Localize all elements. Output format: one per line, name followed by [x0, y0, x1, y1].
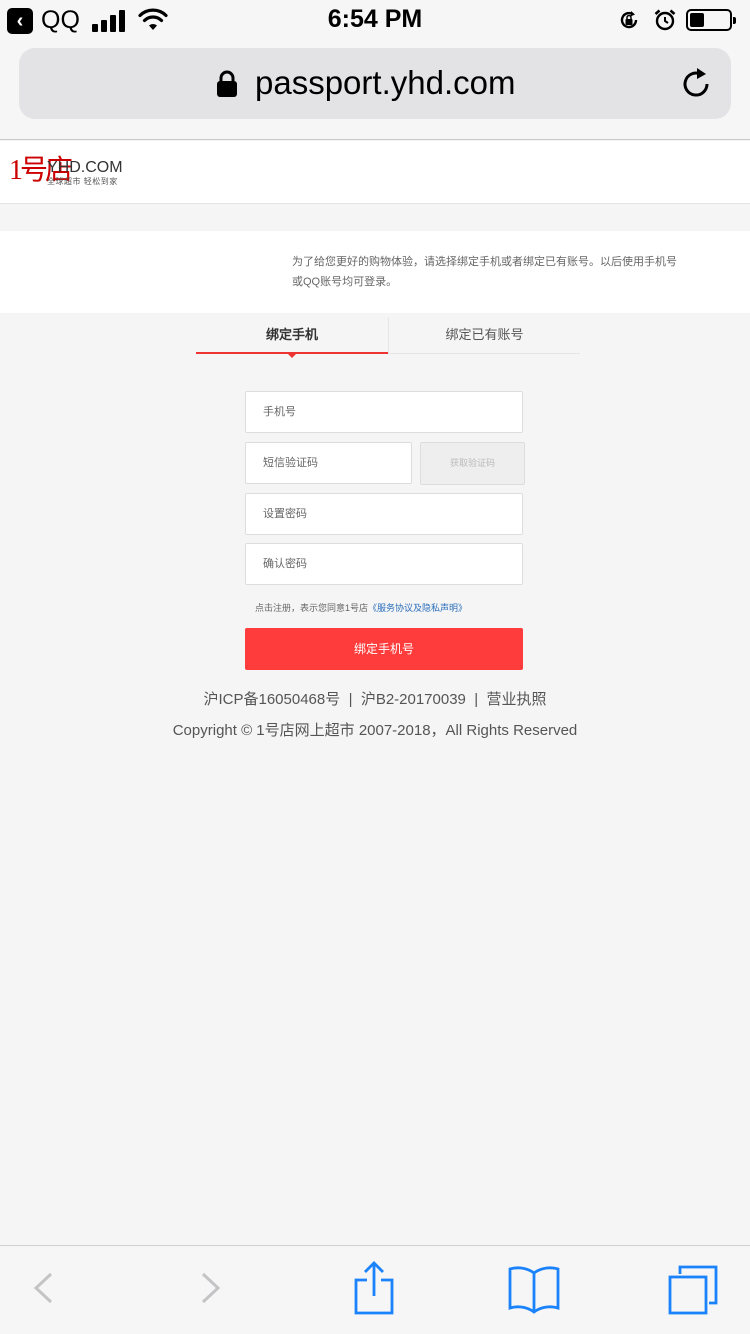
notice-text: 为了给您更好的购物体验，请选择绑定手机或者绑定已有账号。以后使用手机号或QQ账号… [292, 256, 677, 288]
site-header: 1号店 YHD.COM 全球超市 轻松到家 [0, 141, 750, 204]
footer-license[interactable]: 营业执照 [486, 691, 546, 708]
lock-icon [217, 70, 237, 97]
terms-prefix: 点击注册，表示您同意1号店 [255, 603, 369, 613]
footer-links: 沪ICP备16050468号 | 沪B2-20170039 | 营业执照 [0, 688, 750, 709]
address-bar[interactable]: passport.yhd.com [19, 48, 731, 119]
set-password-input[interactable] [245, 493, 523, 535]
status-bar: ‹ QQ 6:54 PM [0, 0, 750, 40]
tab-bind-existing-account[interactable]: 绑定已有账号 [388, 318, 580, 354]
battery-icon [686, 9, 736, 31]
footer-b2[interactable]: 沪B2-20170039 [361, 691, 466, 708]
share-icon[interactable] [352, 1260, 396, 1316]
browser-address-area: passport.yhd.com [0, 40, 750, 140]
url-text[interactable]: passport.yhd.com [255, 64, 515, 102]
bookmarks-icon[interactable] [507, 1264, 561, 1314]
tab-bind-phone-label: 绑定手机 [265, 327, 318, 342]
logo-text: YHD.COM [47, 159, 123, 176]
footer-icp[interactable]: 沪ICP备16050468号 [203, 691, 340, 708]
tab-bind-phone[interactable]: 绑定手机 [196, 318, 388, 358]
tabs-icon[interactable] [666, 1264, 720, 1318]
yhd-logo[interactable]: 1号店 YHD.COM 全球超市 轻松到家 [9, 156, 129, 188]
bind-phone-submit-button[interactable]: 绑定手机号 [245, 628, 523, 670]
reload-icon[interactable] [679, 67, 713, 101]
get-sms-code-button[interactable]: 获取验证码 [420, 442, 525, 485]
tab-active-caret-icon [287, 353, 297, 358]
sms-code-input[interactable] [245, 442, 412, 484]
footer-separator: | [470, 691, 483, 708]
alarm-icon [654, 9, 676, 31]
browser-toolbar [0, 1245, 750, 1334]
phone-input[interactable] [245, 391, 523, 433]
browser-forward-icon[interactable] [198, 1264, 224, 1312]
rotation-lock-icon [620, 11, 638, 29]
browser-back-icon[interactable] [30, 1264, 56, 1312]
tab-bind-existing-label: 绑定已有账号 [445, 327, 524, 342]
bind-tabs: 绑定手机 绑定已有账号 [196, 318, 580, 358]
notice-panel: 为了给您更好的购物体验，请选择绑定手机或者绑定已有账号。以后使用手机号或QQ账号… [0, 231, 750, 313]
terms-link[interactable]: 《服务协议及隐私声明》 [368, 603, 467, 613]
logo-subtitle: 全球超市 轻松到家 [47, 177, 118, 186]
confirm-password-input[interactable] [245, 543, 523, 585]
terms-line: 点击注册，表示您同意1号店《服务协议及隐私声明》 [255, 601, 467, 614]
footer-copyright: Copyright © 1号店网上超市 2007-2018，All Rights… [172, 722, 578, 739]
footer-separator: | [344, 691, 357, 708]
